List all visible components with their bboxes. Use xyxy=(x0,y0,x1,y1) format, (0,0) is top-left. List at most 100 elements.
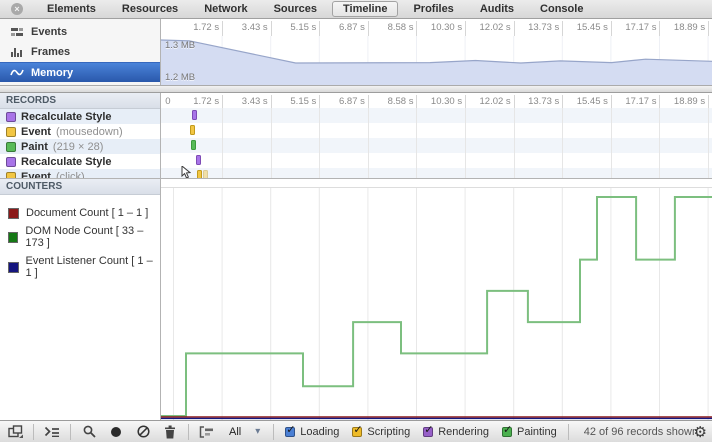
sidebar-item-label: Frames xyxy=(31,46,70,58)
record-stripe xyxy=(161,108,712,123)
close-icon[interactable]: × xyxy=(11,3,23,15)
toolbar-separator xyxy=(568,424,569,440)
record-detail: (mousedown) xyxy=(56,126,123,138)
grid-line xyxy=(271,108,272,178)
search-button[interactable] xyxy=(78,423,100,441)
tab-timeline[interactable]: Timeline xyxy=(332,1,398,17)
overview-ruler: 1.72 s3.43 s5.15 s6.87 s8.58 s10.30 s12.… xyxy=(161,19,712,36)
tab-resources[interactable]: Resources xyxy=(111,1,189,17)
tab-sources[interactable]: Sources xyxy=(263,1,328,17)
sidebar-item-events[interactable]: Events xyxy=(0,22,160,42)
grid-line xyxy=(319,108,320,178)
filter-checkbox-scripting[interactable]: ✓ Scripting xyxy=(352,426,410,438)
counters-panel: COUNTERS Document Count [ 1 – 1 ]DOM Nod… xyxy=(0,178,161,420)
record-bar[interactable] xyxy=(197,170,202,178)
record-detail: (219 × 28) xyxy=(53,141,103,153)
sidebar-item-frames[interactable]: Frames xyxy=(0,42,160,62)
record-detail: (click) xyxy=(56,171,85,179)
overview-pane[interactable]: 1.72 s3.43 s5.15 s6.87 s8.58 s10.30 s12.… xyxy=(161,19,712,85)
toolbar-separator xyxy=(273,424,274,440)
legend-label: Document Count [ 1 – 1 ] xyxy=(26,207,148,219)
tab-profiles[interactable]: Profiles xyxy=(402,1,464,17)
tab-console[interactable]: Console xyxy=(529,1,594,17)
filter-dropdown[interactable]: All ▾ xyxy=(223,426,266,438)
record-row[interactable]: Event(mousedown) xyxy=(0,124,160,139)
record-stripe xyxy=(161,153,712,168)
record-bar[interactable] xyxy=(203,170,208,178)
filter-checkbox-painting[interactable]: ✓ Painting xyxy=(502,426,557,438)
grid-line xyxy=(611,108,612,178)
rendering-icon xyxy=(6,157,16,167)
chevron-down-icon: ▾ xyxy=(255,426,260,437)
dom-node-count-line xyxy=(161,197,712,416)
dock-button[interactable] xyxy=(4,423,26,441)
legend-item: Document Count [ 1 – 1 ] xyxy=(0,204,160,222)
painting-icon xyxy=(6,142,16,152)
legend-item: DOM Node Count [ 33 – 173 ] xyxy=(0,222,160,252)
record-name: Paint xyxy=(21,141,48,153)
records-rows: Recalculate StyleEvent(mousedown)Paint(2… xyxy=(0,109,160,178)
record-name: Recalculate Style xyxy=(21,156,112,168)
grid-line xyxy=(416,108,417,178)
sidebar-item-memory[interactable]: Memory xyxy=(0,62,160,82)
ruler-label-zero: 0 xyxy=(161,96,171,107)
grid-line xyxy=(514,108,515,178)
overview-splitter[interactable] xyxy=(0,85,712,93)
record-name: Recalculate Style xyxy=(21,111,112,123)
frames-mode-button[interactable] xyxy=(196,423,218,441)
checkmark-icon: ✓ xyxy=(353,423,362,436)
checkbox-box: ✓ xyxy=(423,427,433,437)
record-bar[interactable] xyxy=(190,125,195,135)
legend-label: DOM Node Count [ 33 – 173 ] xyxy=(25,225,160,249)
record-bar[interactable] xyxy=(191,140,196,150)
record-row[interactable]: Recalculate Style xyxy=(0,109,160,124)
grid-line xyxy=(708,108,709,178)
ruler-tick xyxy=(708,21,709,36)
grid-line xyxy=(659,108,660,178)
memory-overview-graph[interactable]: 1.3 MB 1.2 MB xyxy=(161,36,712,85)
legend-item: Event Listener Count [ 1 – 1 ] xyxy=(0,252,160,282)
checkbox-label: Painting xyxy=(517,426,557,438)
record-row[interactable]: Recalculate Style xyxy=(0,154,160,169)
gear-icon[interactable]: ⚙ xyxy=(694,423,707,441)
trash-button[interactable] xyxy=(159,423,181,441)
records-timeline: 1.72 s3.43 s5.15 s6.87 s8.58 s10.30 s12.… xyxy=(161,93,712,178)
counters-legend: Document Count [ 1 – 1 ] DOM Node Count [… xyxy=(0,195,160,282)
record-bar[interactable] xyxy=(192,110,197,120)
filter-dropdown-value: All xyxy=(229,426,241,438)
records-header: RECORDS xyxy=(0,93,160,109)
record-row[interactable]: Paint (219 × 28) xyxy=(0,139,160,154)
clear-button[interactable] xyxy=(132,423,154,441)
tab-network[interactable]: Network xyxy=(193,1,258,17)
record-stripe xyxy=(161,123,712,138)
ruler-label: 18.89 s xyxy=(635,22,705,33)
records-list: RECORDS Recalculate StyleEvent(mousedown… xyxy=(0,93,161,178)
record-name: Event xyxy=(21,171,51,179)
filter-checkbox-loading[interactable]: ✓Loading xyxy=(285,426,339,438)
tab-strip: ElementsResourcesNetwork SourcesTimelineP… xyxy=(34,0,596,18)
console-drawer-button[interactable] xyxy=(41,423,63,441)
counters-chart-gap xyxy=(161,179,712,188)
checkbox-box: ✓ xyxy=(502,427,512,437)
memory-icon xyxy=(10,68,24,77)
grid-line xyxy=(368,108,369,178)
toolbar-separator xyxy=(70,424,71,440)
record-row[interactable]: Event (click) xyxy=(0,169,160,178)
records-ruler: 1.72 s3.43 s5.15 s6.87 s8.58 s10.30 s12.… xyxy=(161,93,712,108)
memory-max-label: 1.3 MB xyxy=(165,40,195,51)
toolbar-separator xyxy=(33,424,34,440)
tab-elements[interactable]: Elements xyxy=(36,1,107,17)
record-button[interactable] xyxy=(105,423,127,441)
checkbox-box: ✓ xyxy=(285,427,295,437)
tab-audits[interactable]: Audits xyxy=(469,1,525,17)
tab-bar: × ElementsResourcesNetwork SourcesTimelin… xyxy=(0,0,712,19)
rendering-icon xyxy=(6,112,16,122)
record-bar[interactable] xyxy=(196,155,201,165)
record-stripe xyxy=(161,168,712,178)
legend-swatch xyxy=(8,232,18,243)
filter-checkbox-rendering[interactable]: ✓Rendering xyxy=(423,426,489,438)
memory-min-label: 1.2 MB xyxy=(165,72,195,83)
status-toolbar: All▾✓Loading✓Scripting✓Rendering✓Paintin… xyxy=(0,420,712,442)
mouse-cursor xyxy=(181,166,191,178)
checkbox-label: Scripting xyxy=(367,426,410,438)
